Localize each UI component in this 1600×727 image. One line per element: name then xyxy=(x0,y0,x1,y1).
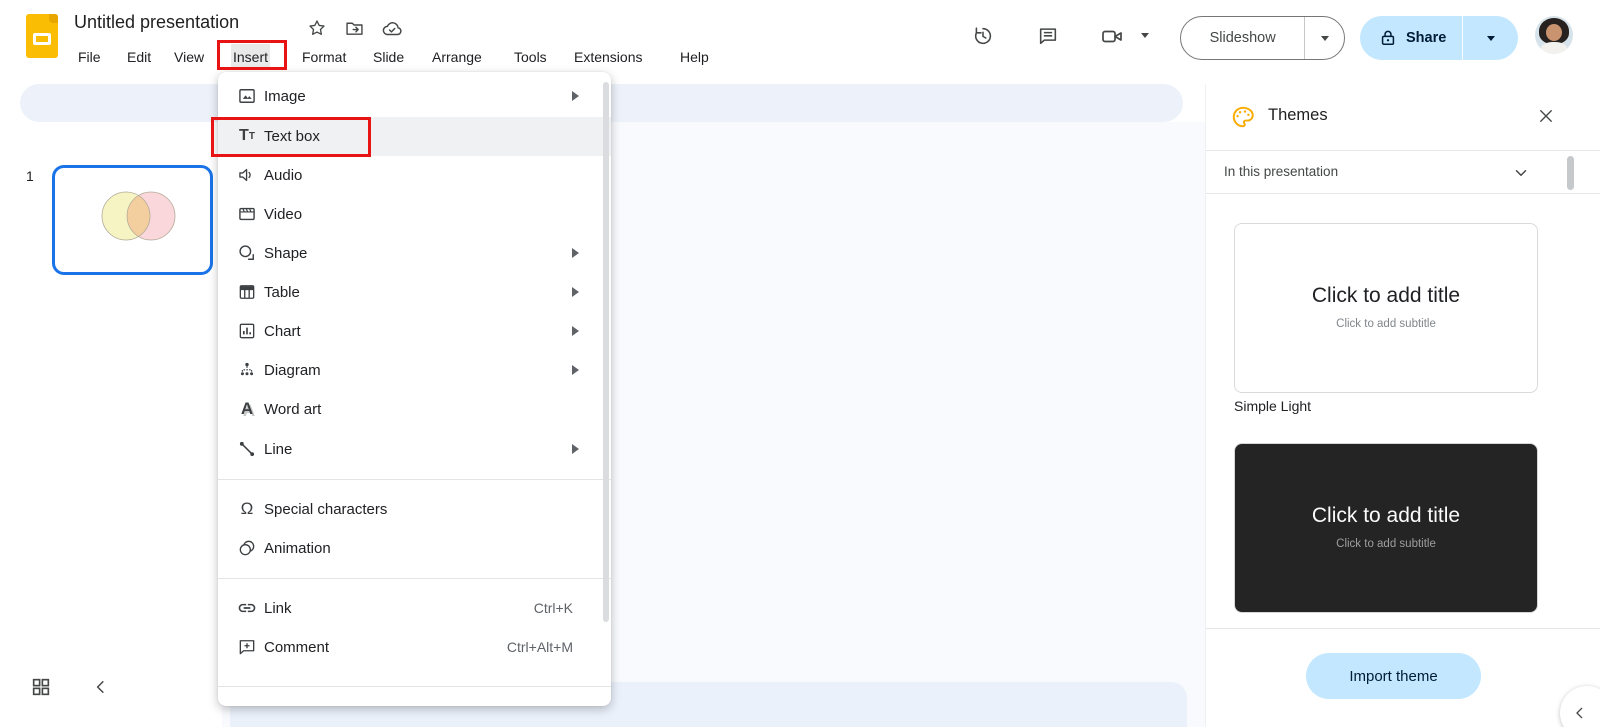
thumbnail-venn xyxy=(101,191,176,241)
shortcut-label: Ctrl+K xyxy=(533,600,573,616)
slide-number: 1 xyxy=(26,168,34,184)
panel-scrollbar[interactable] xyxy=(1567,156,1574,190)
menu-scrollbar[interactable] xyxy=(603,82,609,622)
filmstrip-panel: 1 xyxy=(0,122,222,727)
section-label: In this presentation xyxy=(1224,164,1339,179)
google-slides-app: Untitled presentation File Edit View Ins… xyxy=(0,0,1600,727)
menu-item-shape[interactable]: Shape xyxy=(218,234,611,273)
theme-card-simple-light[interactable]: Click to add title Click to add subtitle xyxy=(1234,223,1538,393)
animation-icon xyxy=(236,537,258,559)
slideshow-button-group: Slideshow xyxy=(1180,16,1345,60)
share-dropdown-icon[interactable] xyxy=(1463,35,1518,41)
menu-item-special-characters[interactable]: Ω Special characters xyxy=(218,490,611,529)
import-theme-button[interactable]: Import theme xyxy=(1306,653,1481,699)
menu-item-comment[interactable]: Comment Ctrl+Alt+M xyxy=(218,628,611,667)
share-button[interactable]: Share xyxy=(1406,30,1462,46)
line-icon xyxy=(236,438,258,460)
diagram-icon xyxy=(236,359,258,381)
theme-subtitle-placeholder: Click to add subtitle xyxy=(1336,538,1436,550)
insert-dropdown-menu: Image TT Text box Audio Video Shape Tabl… xyxy=(218,72,611,706)
chevron-left-icon xyxy=(1576,707,1583,719)
video-icon xyxy=(236,203,258,225)
chart-icon xyxy=(236,320,258,342)
shortcut-label: Ctrl+M xyxy=(531,697,573,706)
version-history-icon[interactable] xyxy=(971,24,995,48)
theme-title-placeholder: Click to add title xyxy=(1311,504,1461,527)
shape-icon xyxy=(236,242,258,264)
cloud-status-icon[interactable] xyxy=(381,17,403,39)
submenu-arrow-icon xyxy=(572,365,579,375)
comment-plus-icon xyxy=(236,636,258,658)
menu-item-audio[interactable]: Audio xyxy=(218,156,611,195)
audio-icon xyxy=(236,164,258,186)
slides-logo-icon[interactable] xyxy=(26,14,58,58)
grid-view-icon[interactable] xyxy=(30,676,54,700)
document-title[interactable]: Untitled presentation xyxy=(74,12,239,33)
comments-icon[interactable] xyxy=(1036,24,1060,48)
textbox-icon: TT xyxy=(239,127,255,144)
menu-slide[interactable]: Slide xyxy=(371,44,406,70)
theme-name: Simple Light xyxy=(1234,398,1312,414)
camera-dropdown-icon[interactable] xyxy=(1141,33,1149,38)
share-button-group: Share xyxy=(1360,16,1518,60)
menu-extensions[interactable]: Extensions xyxy=(572,44,644,70)
image-icon xyxy=(236,85,258,107)
menu-edit[interactable]: Edit xyxy=(125,44,153,70)
table-icon xyxy=(236,281,258,303)
link-icon xyxy=(236,597,258,619)
move-folder-icon[interactable] xyxy=(343,17,365,39)
theme-card-dark[interactable]: Click to add title Click to add subtitle xyxy=(1234,443,1538,613)
themes-panel-title: Themes xyxy=(1268,106,1328,124)
menu-item-diagram[interactable]: Diagram xyxy=(218,351,611,390)
collapse-filmstrip-icon[interactable] xyxy=(92,678,112,698)
menu-insert[interactable]: Insert xyxy=(231,44,271,70)
account-avatar[interactable] xyxy=(1535,16,1573,54)
menu-item-image[interactable]: Image xyxy=(218,77,611,116)
menu-item-chart[interactable]: Chart xyxy=(218,312,611,351)
wordart-icon: A xyxy=(240,399,254,418)
menu-help[interactable]: Help xyxy=(678,44,711,70)
slide-thumbnail[interactable] xyxy=(52,165,213,275)
meet-camera-icon[interactable] xyxy=(1100,24,1124,48)
palette-icon xyxy=(1230,104,1256,130)
menu-tools[interactable]: Tools xyxy=(512,44,549,70)
menu-view[interactable]: View xyxy=(172,44,206,70)
menu-item-table[interactable]: Table xyxy=(218,273,611,312)
submenu-arrow-icon xyxy=(572,287,579,297)
theme-subtitle-placeholder: Click to add subtitle xyxy=(1336,318,1436,330)
theme-section-dropdown[interactable]: In this presentation xyxy=(1206,151,1600,194)
new-slide-icon xyxy=(236,705,258,706)
submenu-arrow-icon xyxy=(572,326,579,336)
menu-item-text-box[interactable]: TT Text box xyxy=(218,117,611,156)
slideshow-button[interactable]: Slideshow xyxy=(1181,30,1304,46)
submenu-arrow-icon xyxy=(572,444,579,454)
menu-item-word-art[interactable]: A Word art xyxy=(218,390,611,429)
menu-item-link[interactable]: Link Ctrl+K xyxy=(218,589,611,628)
theme-title-placeholder: Click to add title xyxy=(1311,284,1461,307)
chevron-down-icon xyxy=(1512,164,1530,182)
omega-icon: Ω xyxy=(240,499,254,518)
menu-format[interactable]: Format xyxy=(300,44,348,70)
menu-item-video[interactable]: Video xyxy=(218,195,611,234)
menu-item-line[interactable]: Line xyxy=(218,430,611,469)
shortcut-label: Ctrl+Alt+M xyxy=(506,639,573,655)
menu-item-new-slide[interactable]: New slide Ctrl+M xyxy=(218,697,611,706)
slideshow-dropdown-icon[interactable] xyxy=(1305,35,1344,41)
close-icon[interactable] xyxy=(1534,104,1558,128)
menu-item-animation[interactable]: Animation xyxy=(218,529,611,568)
lock-icon xyxy=(1378,28,1398,48)
menu-file[interactable]: File xyxy=(76,44,103,70)
submenu-arrow-icon xyxy=(572,248,579,258)
star-icon[interactable] xyxy=(306,17,328,39)
themes-panel: Themes In this presentation Click to add… xyxy=(1205,84,1600,727)
submenu-arrow-icon xyxy=(572,91,579,101)
menu-arrange[interactable]: Arrange xyxy=(430,44,484,70)
